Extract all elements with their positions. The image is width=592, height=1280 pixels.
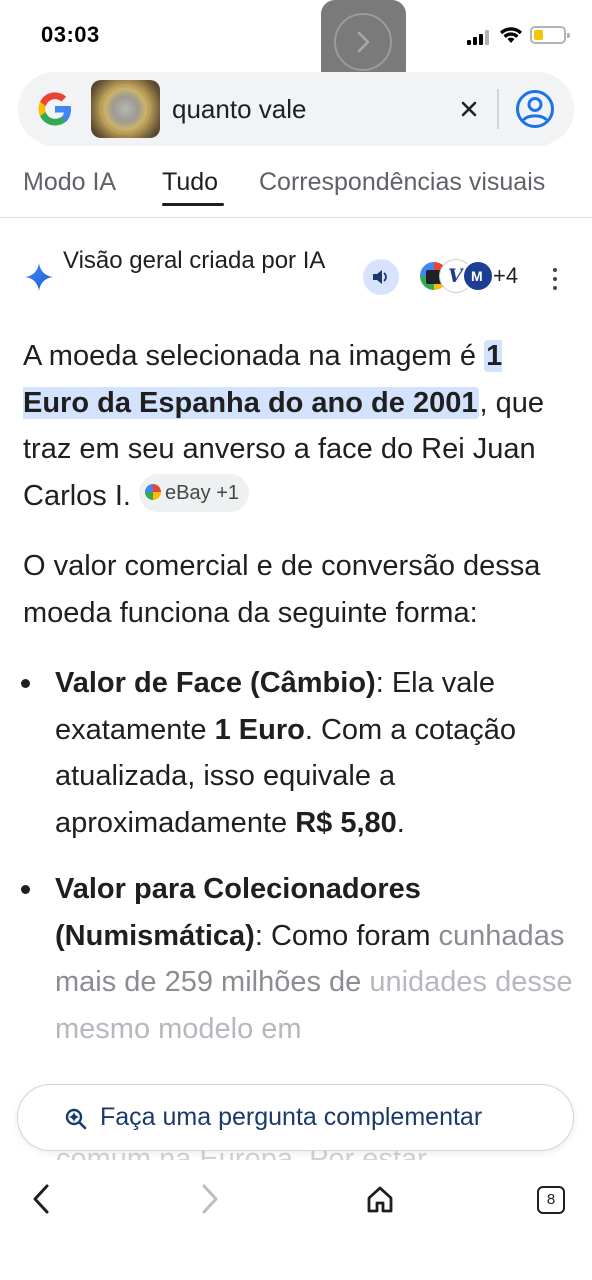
- google-logo-icon: [38, 92, 71, 126]
- tab-correspondencias-visuais[interactable]: Correspondências visuais: [259, 168, 545, 197]
- sparkle-icon: [25, 263, 53, 291]
- sources-more-count[interactable]: +4: [493, 263, 518, 289]
- follow-up-question-input[interactable]: Faça uma pergunta complementar: [17, 1084, 574, 1151]
- list-item-face-value: Valor de Face (Câmbio): Ela vale exatame…: [21, 660, 573, 846]
- status-bar: 03:03: [0, 0, 592, 70]
- account-icon[interactable]: [515, 89, 555, 129]
- wifi-icon: [500, 27, 522, 43]
- back-icon[interactable]: [28, 1182, 54, 1216]
- status-time: 03:03: [41, 22, 100, 47]
- battery-icon: [530, 26, 570, 44]
- speaker-icon: [373, 270, 387, 284]
- tab-switcher-button[interactable]: 8: [537, 1186, 565, 1214]
- source-chip-ebay[interactable]: eBay +1: [139, 473, 249, 512]
- forward-icon[interactable]: [197, 1182, 223, 1216]
- source-logo-icon: M: [462, 260, 494, 292]
- listen-button[interactable]: [363, 259, 399, 295]
- active-tab-indicator: [162, 203, 224, 206]
- search-divider: [497, 89, 499, 129]
- answer-paragraph-2: O valor comercial e de conversão dessa m…: [23, 550, 541, 629]
- close-icon[interactable]: [455, 95, 483, 123]
- home-icon[interactable]: [365, 1184, 395, 1214]
- chevron-right-icon: [357, 31, 370, 53]
- search-tabs: Modo IA Tudo Correspondências visuais: [0, 160, 592, 218]
- more-options-icon[interactable]: [552, 268, 558, 290]
- search-bar[interactable]: quanto vale: [18, 72, 574, 146]
- answer-paragraph-1: A moeda selecionada na imagem é 1 Euro d…: [23, 340, 544, 512]
- tab-modo-ia[interactable]: Modo IA: [23, 168, 116, 197]
- ai-overview-title: Visão geral criada por IA: [63, 247, 326, 274]
- ebay-chip-icon: [145, 483, 162, 500]
- search-image-thumbnail[interactable]: [91, 80, 160, 138]
- follow-up-label: Faça uma pergunta complementar: [100, 1103, 483, 1131]
- answer-bullets: Valor de Face (Câmbio): Ela vale exatame…: [21, 660, 573, 1052]
- tab-tudo[interactable]: Tudo: [162, 168, 218, 197]
- ai-answer: A moeda selecionada na imagem é 1 Euro d…: [21, 333, 573, 1072]
- list-item-collector-value: Valor para Colecionadores (Numismática):…: [21, 866, 573, 1052]
- sparkle-search-icon: [65, 1108, 87, 1130]
- cellular-signal-icon: [467, 30, 493, 45]
- browser-toolbar: 8: [0, 1160, 592, 1280]
- search-query-text[interactable]: quanto vale: [172, 94, 306, 125]
